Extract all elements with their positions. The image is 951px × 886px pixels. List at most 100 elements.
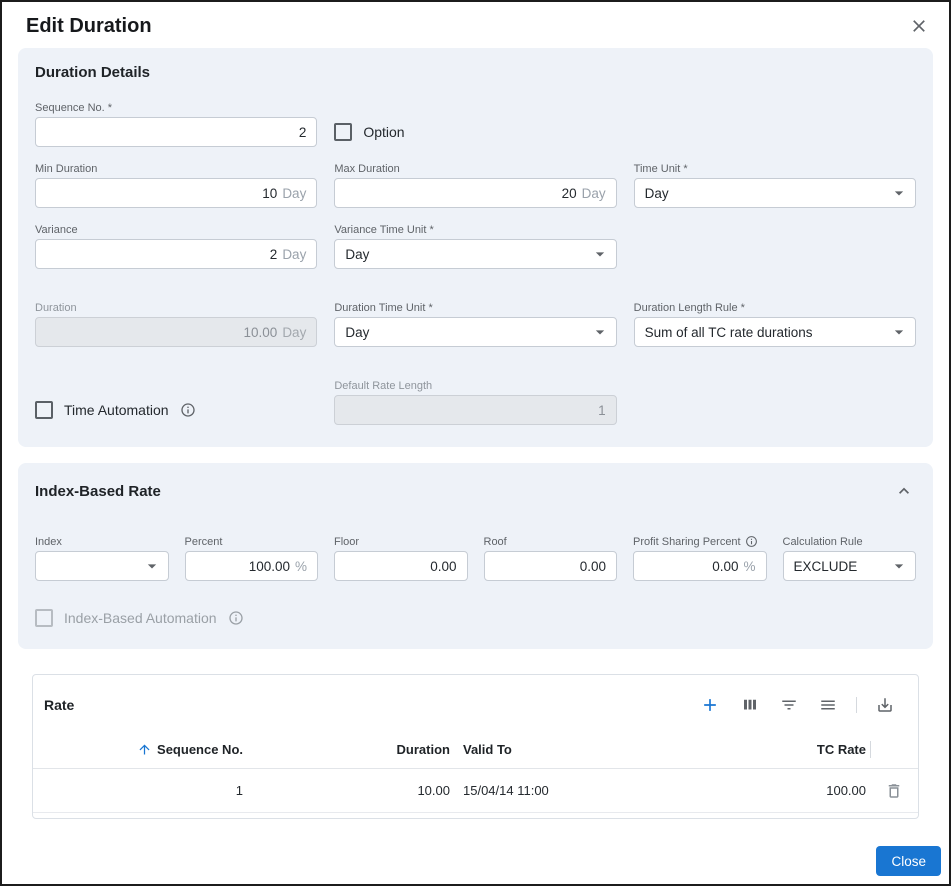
default-rate-length-field: Default Rate Length 1 (334, 379, 616, 425)
duration-length-rule-value: Sum of all TC rate durations (645, 325, 813, 340)
duration-time-unit-select[interactable]: Day (334, 317, 616, 347)
profit-sharing-percent-input[interactable]: 0.00 % (633, 551, 767, 581)
calculation-rule-value: EXCLUDE (794, 559, 858, 574)
column-header-sequence-no[interactable]: Sequence No. (33, 742, 243, 757)
collapse-chevron-up-icon[interactable] (892, 479, 916, 503)
duration-time-unit-label: Duration Time Unit * (334, 301, 616, 314)
table-row[interactable]: 1 10.00 15/04/14 11:00 100.00 (33, 769, 918, 813)
time-automation-label: Time Automation (64, 402, 169, 418)
roof-field: Roof 0.00 (484, 535, 618, 581)
variance-value: 2 (270, 247, 278, 262)
profit-sharing-percent-suffix: % (743, 559, 755, 574)
info-icon[interactable] (180, 402, 196, 418)
cell-duration: 10.00 (243, 783, 450, 798)
option-checkbox-row: Option (334, 123, 616, 147)
variance-input[interactable]: 2 Day (35, 239, 317, 269)
min-duration-suffix: Day (282, 186, 306, 201)
duration-length-rule-select[interactable]: Sum of all TC rate durations (634, 317, 916, 347)
percent-label: Percent (185, 535, 319, 548)
min-duration-input[interactable]: 10 Day (35, 178, 317, 208)
floor-input[interactable]: 0.00 (334, 551, 468, 581)
duration-field: Duration 10.00 Day (35, 301, 317, 347)
variance-label: Variance (35, 223, 317, 236)
cell-tc-rate: 100.00 (620, 783, 870, 798)
min-duration-label: Min Duration (35, 162, 317, 175)
percent-field: Percent 100.00 % (185, 535, 319, 581)
time-automation-checkbox[interactable] (35, 401, 53, 419)
chevron-down-icon (889, 183, 909, 203)
duration-length-rule-label: Duration Length Rule * (634, 301, 916, 314)
index-based-rate-section: Index-Based Rate Index Percent 100.00 % (18, 463, 933, 649)
time-automation-row: Time Automation (35, 401, 317, 425)
sort-ascending-icon (137, 742, 152, 757)
rate-heading: Rate (44, 697, 74, 713)
columns-icon[interactable] (739, 694, 761, 716)
sequence-no-input[interactable]: 2 (35, 117, 317, 147)
max-duration-input[interactable]: 20 Day (334, 178, 616, 208)
rate-toolbar: Rate (33, 675, 918, 731)
density-icon[interactable] (817, 694, 839, 716)
roof-value: 0.00 (580, 559, 606, 574)
percent-input[interactable]: 100.00 % (185, 551, 319, 581)
default-rate-length-input: 1 (334, 395, 616, 425)
chevron-down-icon (142, 556, 162, 576)
duration-details-heading: Duration Details (35, 64, 916, 81)
profit-sharing-percent-value: 0.00 (712, 559, 738, 574)
variance-time-unit-field: Variance Time Unit * Day (334, 223, 616, 269)
dialog-titlebar: Edit Duration (2, 2, 949, 48)
column-header-tc-rate[interactable]: TC Rate (620, 742, 870, 757)
time-unit-select[interactable]: Day (634, 178, 916, 208)
time-unit-value: Day (645, 186, 669, 201)
floor-value: 0.00 (430, 559, 456, 574)
close-button[interactable]: Close (876, 846, 941, 876)
time-unit-field: Time Unit * Day (634, 162, 916, 208)
variance-suffix: Day (282, 247, 306, 262)
info-icon[interactable] (745, 535, 758, 548)
duration-time-unit-field: Duration Time Unit * Day (334, 301, 616, 347)
index-based-automation-row: Index-Based Automation (35, 609, 916, 627)
sequence-no-value: 2 (299, 125, 307, 140)
rate-table-header: Sequence No. Duration Valid To TC Rate (33, 731, 918, 769)
variance-time-unit-value: Day (345, 247, 369, 262)
chevron-down-icon (889, 556, 909, 576)
max-duration-suffix: Day (582, 186, 606, 201)
calculation-rule-select[interactable]: EXCLUDE (783, 551, 917, 581)
duration-details-section: Duration Details Sequence No. * 2 Option… (18, 48, 933, 447)
calculation-rule-field: Calculation Rule EXCLUDE (783, 535, 917, 581)
index-select[interactable] (35, 551, 169, 581)
info-icon[interactable] (228, 610, 244, 626)
min-duration-value: 10 (262, 186, 277, 201)
percent-suffix: % (295, 559, 307, 574)
duration-length-rule-field: Duration Length Rule * Sum of all TC rat… (634, 301, 916, 347)
chevron-down-icon (889, 322, 909, 342)
cell-sequence-no: 1 (33, 783, 243, 798)
max-duration-label: Max Duration (334, 162, 616, 175)
dialog-title: Edit Duration (26, 15, 152, 38)
time-unit-label: Time Unit * (634, 162, 916, 175)
add-icon[interactable] (698, 693, 722, 717)
option-checkbox[interactable] (334, 123, 352, 141)
sequence-no-label: Sequence No. * (35, 101, 317, 114)
filter-icon[interactable] (778, 694, 800, 716)
duration-input: 10.00 Day (35, 317, 317, 347)
duration-label: Duration (35, 301, 317, 314)
index-based-automation-checkbox (35, 609, 53, 627)
delete-icon[interactable] (883, 780, 905, 802)
profit-sharing-percent-field: Profit Sharing Percent 0.00 % (633, 535, 767, 581)
download-icon[interactable] (874, 694, 896, 716)
chevron-down-icon (590, 244, 610, 264)
variance-time-unit-select[interactable]: Day (334, 239, 616, 269)
duration-suffix: Day (282, 325, 306, 340)
roof-input[interactable]: 0.00 (484, 551, 618, 581)
close-icon[interactable] (907, 14, 931, 38)
min-duration-field: Min Duration 10 Day (35, 162, 317, 208)
column-header-valid-to[interactable]: Valid To (450, 742, 620, 757)
calculation-rule-label: Calculation Rule (783, 535, 917, 548)
percent-value: 100.00 (249, 559, 290, 574)
option-checkbox-label: Option (363, 124, 404, 140)
floor-field: Floor 0.00 (334, 535, 468, 581)
column-header-duration[interactable]: Duration (243, 742, 450, 757)
variance-time-unit-label: Variance Time Unit * (334, 223, 616, 236)
rate-table-card: Rate (32, 674, 919, 819)
floor-label: Floor (334, 535, 468, 548)
